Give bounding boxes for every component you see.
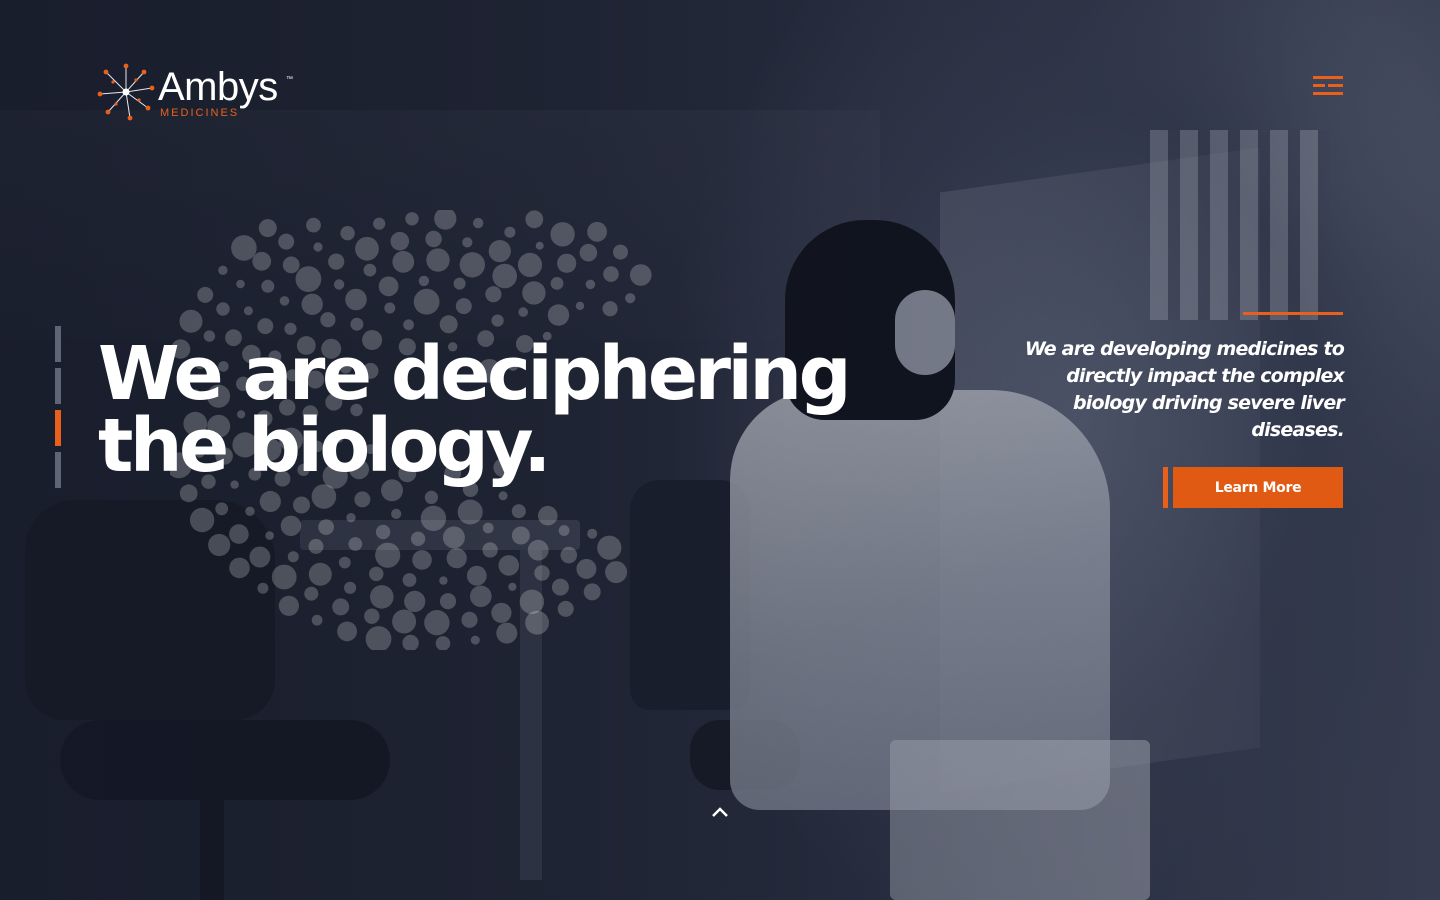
tagline-line-1: We are developing medicines to — [1024, 338, 1345, 360]
tagline-line-4: diseases. — [1251, 419, 1344, 441]
button-accent-bar — [1163, 467, 1168, 508]
brand-logo[interactable]: Ambys ™ MEDICINES — [96, 62, 306, 124]
hero-headline: We are deciphering the biology. — [98, 331, 898, 489]
learn-more-button[interactable]: Learn More — [1163, 467, 1343, 508]
tagline-line-3: biology driving severe liver — [1072, 392, 1345, 414]
brand-name: Ambys — [158, 65, 278, 109]
menu-button[interactable] — [1310, 76, 1346, 96]
logo-mark-icon — [97, 63, 155, 121]
slide-indicators — [55, 326, 63, 490]
tagline-line-2: directly impact the complex — [1066, 365, 1345, 387]
brand-trademark: ™ — [286, 76, 293, 83]
hero-tagline: We are developing medicines to directly … — [980, 336, 1345, 444]
chevron-up-icon[interactable] — [709, 804, 731, 820]
slide-indicator-4[interactable] — [55, 452, 61, 488]
hero-headline-line-2: the biology. — [98, 403, 551, 489]
learn-more-label: Learn More — [1214, 479, 1302, 496]
brand-subtitle: MEDICINES — [160, 107, 240, 119]
slide-indicator-1[interactable] — [55, 326, 61, 362]
slide-indicator-3[interactable] — [55, 410, 61, 446]
accent-divider — [1243, 312, 1343, 315]
hero-headline-line-1: We are deciphering — [98, 331, 852, 417]
slide-indicator-2[interactable] — [55, 368, 61, 404]
